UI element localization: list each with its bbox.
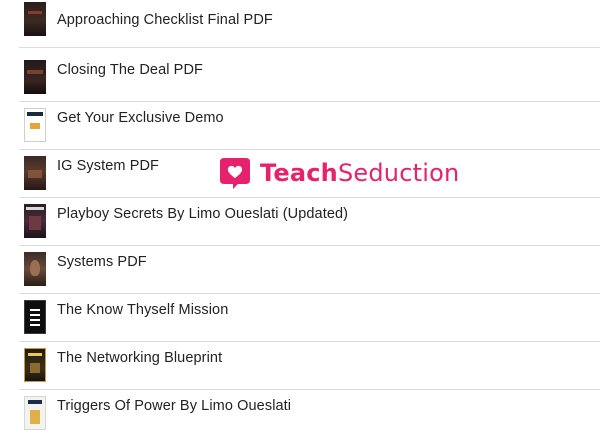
webpage-thumbnail <box>24 108 46 142</box>
ebook-cover-thumbnail <box>24 156 46 190</box>
brand-bold: Teach <box>260 159 338 187</box>
ebook-cover-thumbnail <box>24 252 46 286</box>
ebook-cover-thumbnail <box>24 204 46 238</box>
list-item[interactable]: Systems PDF <box>0 246 600 294</box>
item-title: Closing The Deal PDF <box>57 62 203 78</box>
item-title: The Networking Blueprint <box>57 350 223 366</box>
ebook-cover-thumbnail <box>24 2 46 36</box>
list-item[interactable]: Triggers Of Power By Limo Oueslati <box>0 390 600 438</box>
item-title: The Know Thyself Mission <box>57 302 229 318</box>
list-item[interactable]: Get Your Exclusive Demo <box>0 102 600 150</box>
list-item[interactable]: The Know Thyself Mission <box>0 294 600 342</box>
watermark-brand-text: TeachSeduction <box>260 159 459 187</box>
list-item[interactable]: Closing The Deal PDF <box>0 54 600 102</box>
list-item[interactable]: The Networking Blueprint <box>0 342 600 390</box>
item-title: Playboy Secrets By Limo Oueslati (Update… <box>57 206 349 222</box>
item-title: Approaching Checklist Final PDF <box>57 12 273 28</box>
ebook-cover-thumbnail <box>24 396 46 430</box>
list-item[interactable]: Approaching Checklist Final PDF <box>0 0 600 48</box>
heart-speech-bubble-icon <box>218 156 252 190</box>
item-title: IG System PDF <box>57 158 160 174</box>
ebook-cover-thumbnail <box>24 348 46 382</box>
ebook-cover-thumbnail <box>24 300 46 334</box>
row-divider <box>19 47 600 48</box>
product-list: Approaching Checklist Final PDF Closing … <box>0 0 600 440</box>
brand-regular: Seduction <box>337 159 460 187</box>
item-title: Triggers Of Power By Limo Oueslati <box>57 398 292 414</box>
watermark-logo: TeachSeduction <box>218 151 459 195</box>
item-title: Systems PDF <box>57 254 147 270</box>
ebook-cover-thumbnail <box>24 60 46 94</box>
item-title: Get Your Exclusive Demo <box>57 110 224 126</box>
list-item[interactable]: Playboy Secrets By Limo Oueslati (Update… <box>0 198 600 246</box>
